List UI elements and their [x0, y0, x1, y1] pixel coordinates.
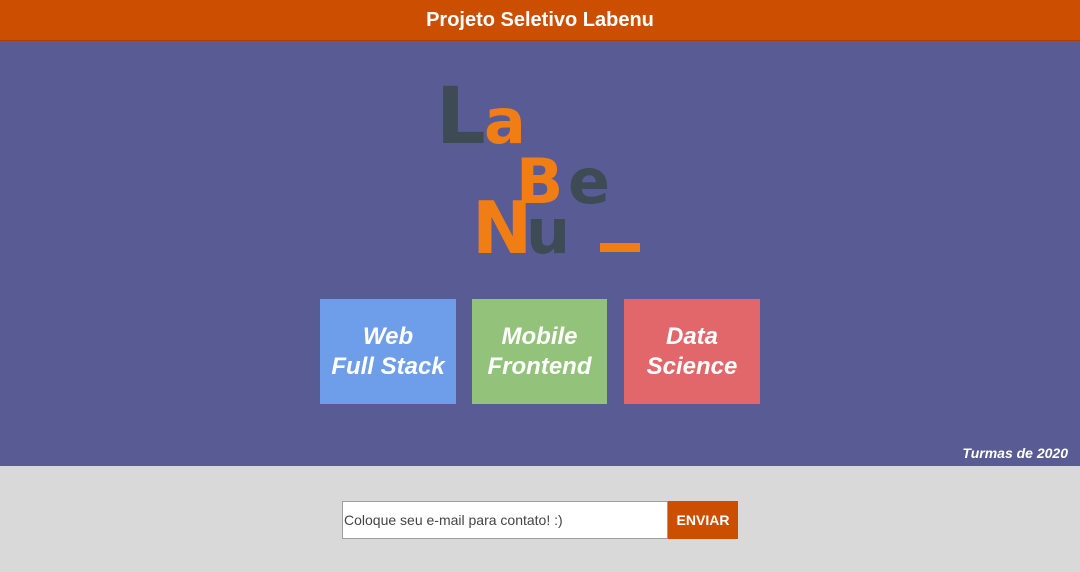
labenu-logo: L a B e N u	[420, 81, 660, 261]
logo-letter-e: e	[568, 145, 610, 218]
labenu-logo-graphic: L a B e N u	[436, 81, 640, 261]
page-title: Projeto Seletivo Labenu	[426, 8, 654, 31]
course-card-web-full-stack[interactable]: Web Full Stack	[320, 299, 456, 404]
email-input[interactable]	[342, 501, 668, 539]
course-card-line2: Science	[646, 352, 738, 380]
course-card-data-science[interactable]: Data Science	[624, 299, 760, 404]
course-card-line2: Frontend	[487, 352, 592, 380]
main-section: L a B e N u Web Full Stack Mobile Fronte…	[0, 41, 1080, 466]
course-card-line1: Data	[665, 322, 719, 350]
logo-letter-l: L	[436, 81, 486, 162]
app-header: Projeto Seletivo Labenu	[0, 0, 1080, 41]
send-button[interactable]: ENVIAR	[668, 501, 738, 539]
contact-footer: ENVIAR	[0, 466, 1080, 572]
logo-letter-u: u	[526, 195, 570, 261]
contact-form: ENVIAR	[342, 501, 738, 539]
logo-underscore	[600, 243, 640, 252]
course-card-line1: Web	[362, 322, 414, 350]
course-card-line2: Full Stack	[331, 352, 445, 380]
course-card-line1: Mobile	[501, 322, 578, 350]
logo-letter-n: N	[472, 186, 532, 261]
turmas-footnote: Turmas de 2020	[962, 445, 1068, 461]
course-cards: Web Full Stack Mobile Frontend Data Scie…	[320, 299, 760, 404]
course-card-mobile-frontend[interactable]: Mobile Frontend	[472, 299, 607, 404]
